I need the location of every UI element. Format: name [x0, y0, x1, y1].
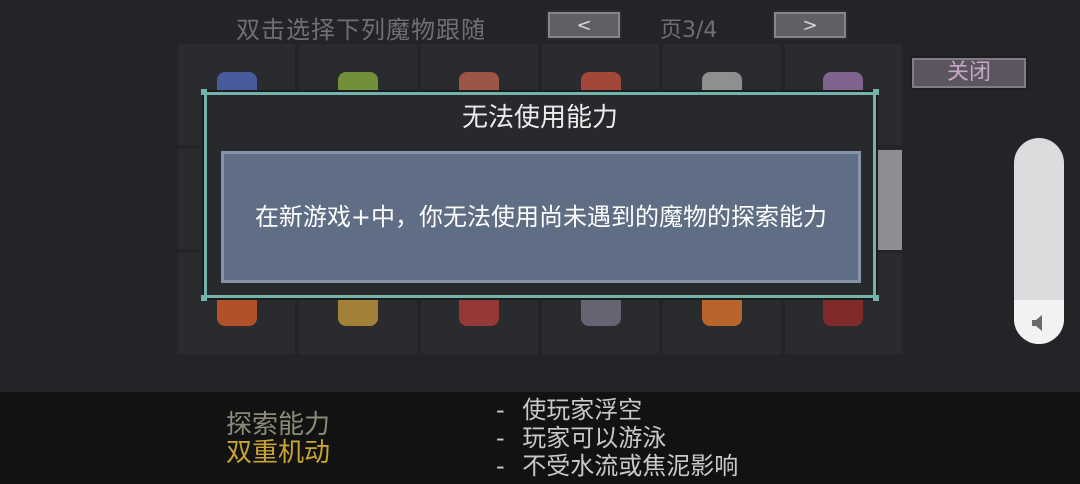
side-panel	[876, 150, 902, 250]
speaker-icon	[1032, 315, 1042, 331]
page-indicator: 页3/4	[660, 18, 718, 43]
ability-name: 双重机动	[226, 438, 331, 468]
dialog-message: 在新游戏+中，你无法使用尚未遇到的魔物的探索能力	[254, 203, 828, 231]
ability-dialog: 无法使用能力 在新游戏+中，你无法使用尚未遇到的魔物的探索能力	[201, 89, 879, 301]
ability-effects-list: 使玩家浮空 玩家可以游泳 不受水流或焦泥影响	[496, 396, 738, 480]
game-area: 双击选择下列魔物跟随 < 页3/4 > 关闭 无法使用能力 在新游戏+中，你无法…	[0, 0, 1080, 392]
dialog-corner	[873, 89, 879, 95]
ability-effect: 使玩家浮空	[496, 396, 738, 424]
prev-page-button[interactable]: <	[546, 10, 622, 40]
volume-slider[interactable]	[1014, 138, 1064, 344]
header: 双击选择下列魔物跟随 < 页3/4 >	[0, 4, 1080, 44]
instruction-text: 双击选择下列魔物跟随	[236, 16, 486, 44]
next-page-button[interactable]: >	[772, 10, 848, 40]
ability-effect: 不受水流或焦泥影响	[496, 452, 738, 480]
dialog-body: 在新游戏+中，你无法使用尚未遇到的魔物的探索能力	[221, 151, 861, 283]
dialog-corner	[201, 295, 207, 301]
ability-info-bar: 探索能力 双重机动 使玩家浮空 玩家可以游泳 不受水流或焦泥影响	[0, 392, 1080, 484]
dialog-corner	[873, 295, 879, 301]
ability-effect: 玩家可以游泳	[496, 424, 738, 452]
close-button[interactable]: 关闭	[910, 56, 1028, 90]
dialog-title: 无法使用能力	[461, 103, 618, 133]
